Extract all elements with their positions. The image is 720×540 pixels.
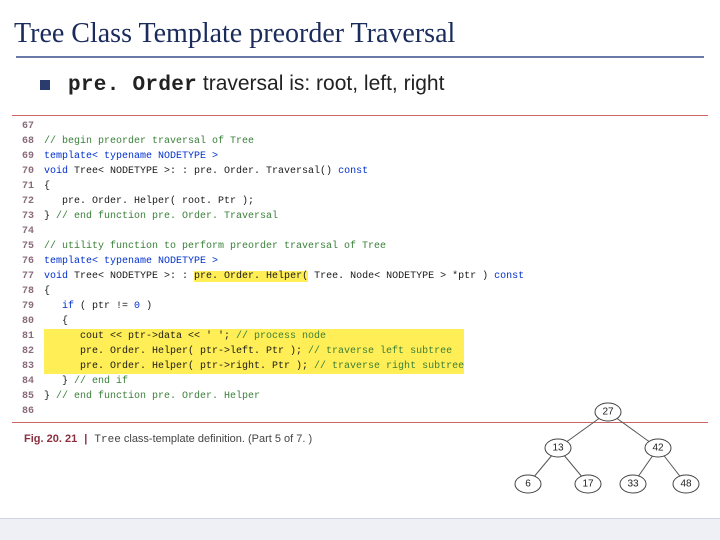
footer-bar — [0, 518, 720, 540]
tree-node-label: 6 — [525, 479, 531, 490]
tree-node-label: 48 — [680, 479, 692, 490]
tree-node-label: 33 — [627, 479, 639, 490]
bullet-mono: pre. Order — [68, 74, 197, 97]
code-top-rule — [12, 115, 708, 116]
tree-node-label: 27 — [602, 407, 614, 418]
tree-node-label: 17 — [582, 479, 594, 490]
code-lines: // begin preorder traversal of Tree temp… — [44, 119, 524, 419]
bullet-row: pre. Order traversal is: root, left, rig… — [0, 72, 720, 97]
page-title: Tree Class Template preorder Traversal — [0, 0, 720, 56]
title-underline — [16, 56, 704, 58]
caption-code-word: Tree — [94, 434, 120, 446]
bullet-rest: traversal is: root, left, right — [197, 72, 444, 95]
tree-node-label: 42 — [652, 443, 664, 454]
figure-number: Fig. 20. 21 — [24, 433, 77, 445]
tree-node-label: 13 — [552, 443, 564, 454]
binary-tree-diagram: 27 13 42 6 17 33 48 — [498, 400, 708, 500]
bullet-text: pre. Order traversal is: root, left, rig… — [68, 72, 444, 97]
square-bullet-icon — [40, 80, 50, 90]
caption-separator: | — [80, 433, 91, 445]
caption-rest: class-template definition. (Part 5 of 7.… — [121, 433, 312, 445]
code-gutter: 67 68 69 70 71 72 73 74 75 76 77 78 79 8… — [12, 119, 44, 419]
